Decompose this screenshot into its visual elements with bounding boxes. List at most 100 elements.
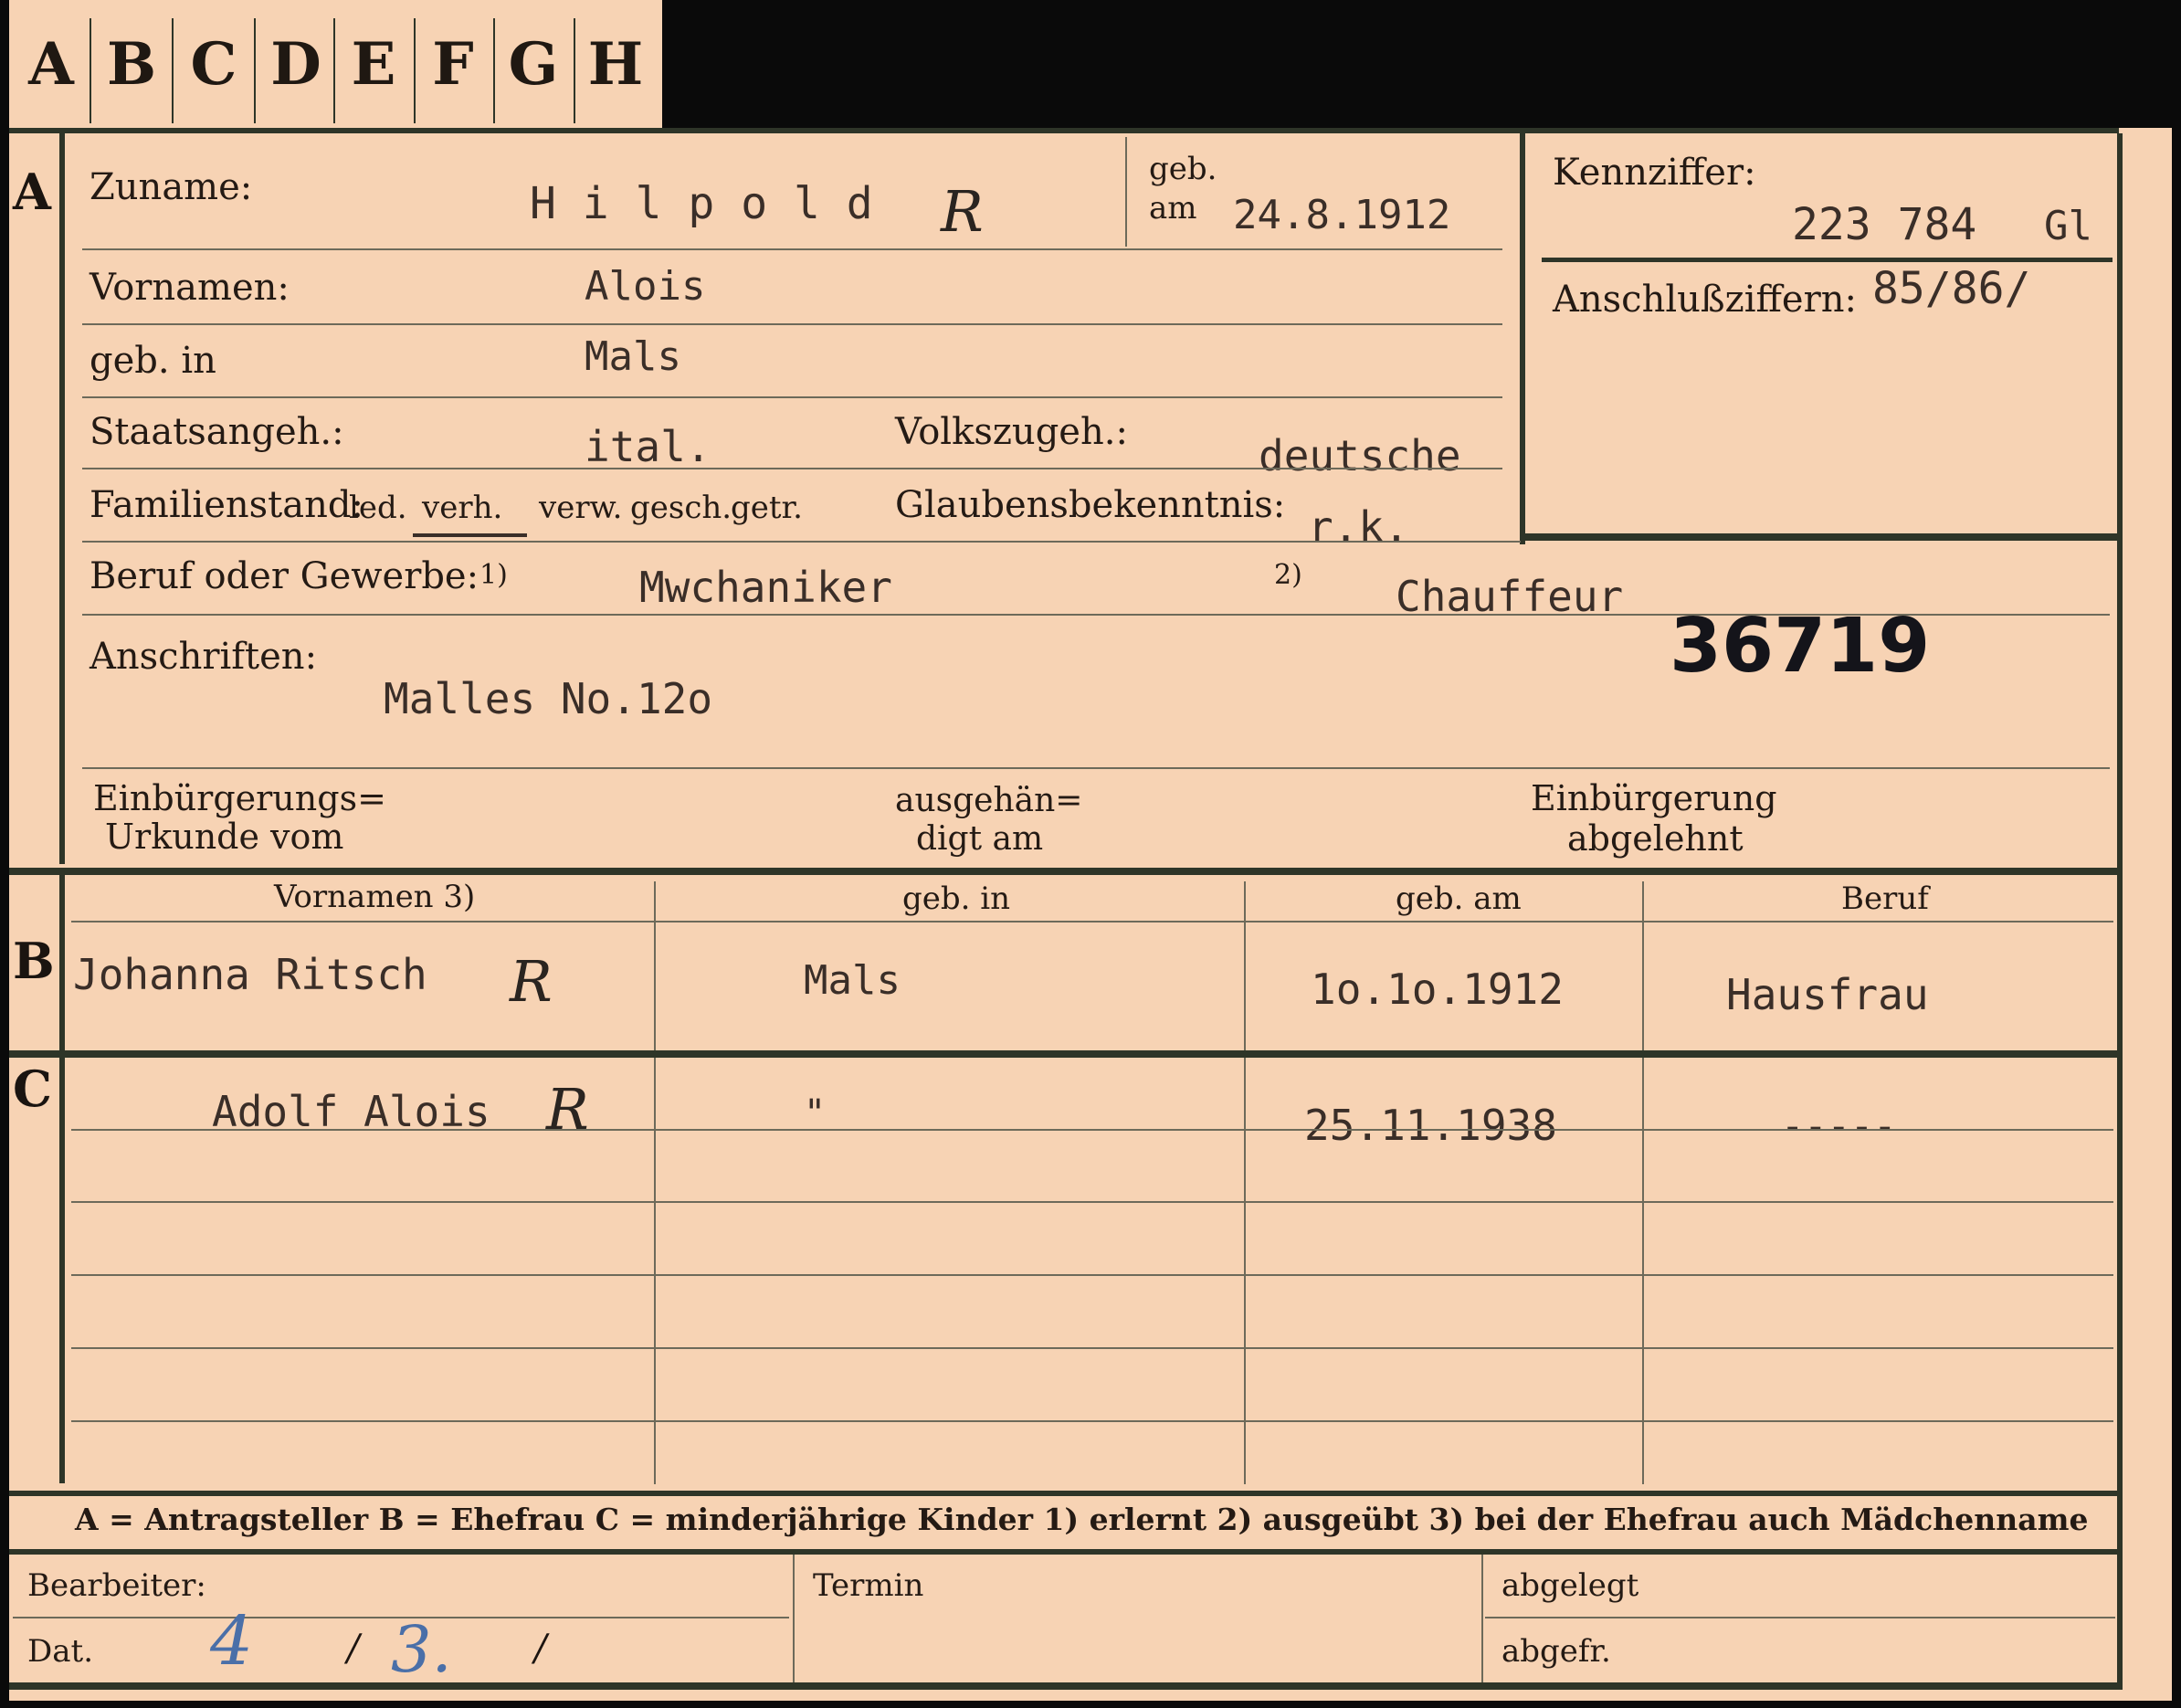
id-number: 223 784 — [1792, 199, 1977, 250]
linked-label: Anschlußziffern: — [1553, 279, 1857, 321]
marital-option-getr: getr. — [731, 490, 803, 526]
date-label: Dat. — [27, 1633, 94, 1670]
handed-label-2: digt am — [916, 820, 1044, 858]
tab-e[interactable]: E — [333, 0, 414, 128]
id-label: Kennziffer: — [1553, 152, 1756, 194]
child-R-mark: R — [546, 1076, 589, 1143]
linked-value: 85/86/ — [1872, 263, 2031, 314]
marital-option-verh: verh. — [422, 490, 503, 526]
address-label: Anschriften: — [90, 636, 318, 678]
spouse-name: Johanna Ritsch — [73, 950, 427, 999]
left-rule-lower — [59, 875, 65, 1483]
profession-learned: Mwchaniker — [639, 563, 892, 612]
tab-b[interactable]: B — [91, 0, 172, 128]
spouse-birthplace: Mals — [804, 957, 901, 1004]
religion-value: r.k. — [1308, 502, 1409, 552]
tab-a-label: A — [28, 29, 74, 99]
right-rule — [2117, 133, 2123, 1686]
rejected-label-1: Einbürgerung — [1531, 778, 1777, 818]
header-profession: Beruf — [1841, 880, 1929, 917]
tab-d-label: D — [270, 29, 321, 99]
marital-option-verw: verw. — [539, 490, 623, 526]
tab-divider — [254, 18, 256, 123]
spouse-R-mark: R — [510, 948, 553, 1015]
tab-divider — [493, 18, 495, 123]
tab-divider — [333, 18, 335, 123]
section-b-label: B — [13, 932, 55, 990]
filed-label: abgelegt — [1501, 1567, 1639, 1604]
birthplace-label: geb. in — [90, 340, 216, 382]
rejected-label-2: abgelehnt — [1567, 818, 1744, 859]
tab-c[interactable]: C — [174, 0, 254, 128]
footer-divider-1 — [793, 1555, 795, 1682]
child-row-line — [71, 1129, 2113, 1131]
marital-option-gesch: gesch. — [630, 490, 732, 526]
tab-g[interactable]: G — [493, 0, 574, 128]
child-row-line — [71, 1201, 2113, 1203]
naturalization-label-1: Einbürgerungs= — [93, 778, 386, 818]
citizenship-label: Staatsangeh.: — [90, 411, 344, 453]
tab-e-label: E — [351, 29, 396, 99]
tab-h-label: H — [587, 29, 644, 99]
tab-f[interactable]: F — [413, 0, 493, 128]
date-sep-1: / — [347, 1628, 360, 1670]
geb-label: geb. — [1149, 151, 1217, 187]
footer-row-line — [1485, 1617, 2115, 1618]
id-box-bottom — [1520, 533, 2123, 541]
spouse-birth-date: 1o.1o.1912 — [1311, 965, 1564, 1014]
bottom-border — [9, 1682, 2123, 1690]
religion-label: Glaubensbekenntnis: — [895, 484, 1286, 526]
child-birth-date: 25.11.1938 — [1304, 1101, 1557, 1150]
legend-top-border — [9, 1491, 2123, 1496]
date-month: 3. — [391, 1612, 452, 1687]
marital-selected-underline — [413, 533, 527, 537]
tab-divider — [172, 18, 174, 123]
first-names-value: Alois — [585, 263, 706, 310]
tab-b-label: B — [106, 29, 157, 99]
footnote-2-mark: 2) — [1274, 559, 1302, 591]
tab-d[interactable]: D — [256, 0, 336, 128]
registration-card: A B C D E F G H A B C Zuname: H i l p o … — [0, 0, 2181, 1708]
tab-h[interactable]: H — [575, 0, 656, 128]
header-first-names: Vornamen 3) — [274, 879, 476, 915]
birth-date-value: 24.8.1912 — [1233, 192, 1451, 238]
row-line — [82, 541, 1521, 543]
tab-g-label: G — [508, 29, 559, 99]
legend-bottom-border — [9, 1549, 2123, 1555]
row-line — [82, 396, 1502, 398]
section-a-bottom-border — [9, 868, 2123, 875]
section-a-label: A — [13, 163, 51, 221]
child-row-line — [71, 1347, 2113, 1349]
deadline-label: Termin — [813, 1567, 924, 1604]
citizenship-value: ital. — [585, 422, 711, 471]
legend: A = Antragsteller B = Ehefrau C = minder… — [75, 1502, 2089, 1537]
child-profession: ----- — [1781, 1103, 1897, 1148]
marital-option-led: led. — [349, 490, 407, 526]
surname-value: H i l p o l d — [530, 178, 873, 229]
tab-a[interactable]: A — [11, 0, 91, 128]
row-line — [82, 248, 1502, 250]
stamp-number: 36719 — [1670, 603, 1931, 690]
date-day: 4 — [210, 1602, 254, 1681]
footnote-1-mark: 1) — [479, 559, 508, 591]
surname-label: Zuname: — [90, 166, 253, 208]
clerk-label: Bearbeiter: — [27, 1567, 206, 1604]
row-line — [82, 468, 1502, 469]
tab-divider — [414, 18, 416, 123]
row-line — [82, 767, 2110, 769]
profession-label: Beruf oder Gewerbe: — [90, 555, 479, 597]
header-birthplace: geb. in — [902, 880, 1011, 917]
tab-divider — [574, 18, 575, 123]
tab-f-label: F — [432, 29, 474, 99]
row-line — [82, 323, 1502, 325]
left-rule — [59, 133, 65, 864]
retrieved-label: abgefr. — [1501, 1633, 1611, 1670]
first-names-label: Vornamen: — [90, 267, 290, 309]
geb-divider — [1125, 137, 1127, 247]
top-border — [9, 128, 2119, 133]
tab-c-label: C — [190, 29, 237, 99]
spouse-profession: Hausfrau — [1726, 970, 1929, 1019]
date-sep-2: / — [534, 1628, 547, 1670]
col-divider-3 — [1642, 881, 1644, 1484]
handed-label-1: ausgehän= — [895, 782, 1083, 819]
